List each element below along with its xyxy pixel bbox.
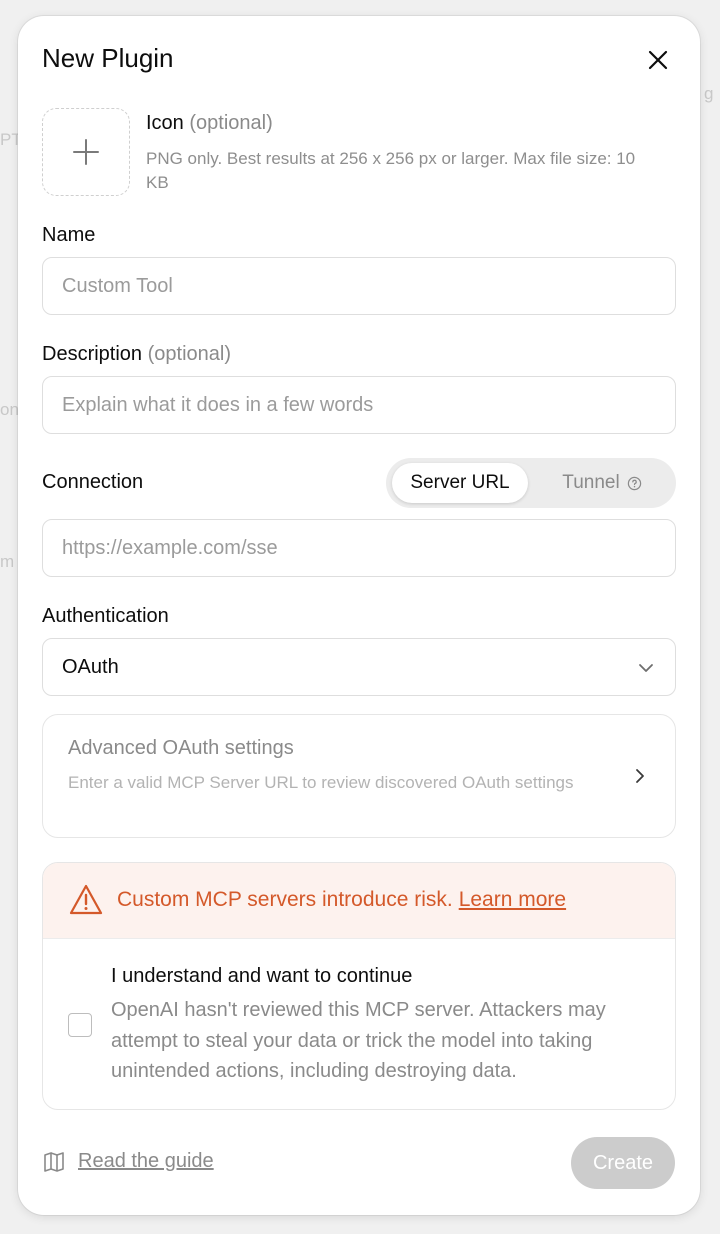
icon-help-text: PNG only. Best results at 256 x 256 px o…	[146, 149, 636, 192]
connection-type-toggle: Server URL Tunnel	[386, 458, 676, 508]
description-label: Description (optional)	[42, 343, 231, 366]
icon-upload-dropzone[interactable]	[42, 108, 130, 196]
create-button[interactable]: Create	[571, 1137, 675, 1189]
advanced-oauth-settings[interactable]: Advanced OAuth settings Enter a valid MC…	[42, 714, 676, 838]
icon-label: Icon (optional)	[146, 112, 273, 135]
risk-panel: Custom MCP servers introduce risk. Learn …	[42, 862, 676, 1110]
new-plugin-dialog: New Plugin Icon (optional) PNG only. Bes…	[18, 16, 700, 1215]
authentication-select[interactable]: OAuth	[42, 638, 676, 696]
help-circle-icon	[627, 476, 641, 490]
acknowledge-description: OpenAI hasn't reviewed this MCP server. …	[111, 999, 606, 1082]
chevron-right-icon	[636, 769, 644, 783]
background-fragment: g	[704, 84, 714, 103]
tab-server-url-label: Server URL	[410, 472, 510, 493]
authentication-value: OAuth	[62, 655, 119, 678]
learn-more-link[interactable]: Learn more	[459, 888, 566, 911]
advanced-oauth-subtitle: Enter a valid MCP Server URL to review d…	[68, 773, 574, 792]
dialog-title: New Plugin	[42, 43, 174, 73]
tab-tunnel[interactable]: Tunnel	[536, 463, 668, 503]
risk-warning-text: Custom MCP servers introduce risk.	[117, 888, 453, 911]
optional-tag: (optional)	[189, 112, 273, 134]
read-guide-link[interactable]: Read the guide	[42, 1150, 214, 1173]
background-fragment: on	[0, 400, 19, 419]
close-icon	[648, 50, 668, 70]
authentication-label: Authentication	[42, 605, 169, 627]
advanced-oauth-title: Advanced OAuth settings	[68, 737, 294, 759]
risk-warning: Custom MCP servers introduce risk. Learn …	[117, 888, 566, 912]
description-input[interactable]	[42, 376, 676, 434]
icon-label-text: Icon	[146, 112, 184, 134]
acknowledge-checkbox[interactable]	[68, 1013, 92, 1037]
plus-icon	[73, 139, 99, 165]
tab-server-url[interactable]: Server URL	[392, 463, 528, 503]
optional-tag: (optional)	[147, 343, 231, 365]
server-url-input[interactable]	[42, 519, 676, 577]
acknowledge-title: I understand and want to continue	[111, 965, 413, 987]
background-fragment: m	[0, 552, 15, 571]
close-button[interactable]	[644, 46, 672, 74]
risk-warning-banner: Custom MCP servers introduce risk. Learn …	[43, 863, 675, 939]
read-guide-label: Read the guide	[78, 1150, 214, 1172]
tab-tunnel-label: Tunnel	[562, 472, 620, 493]
book-icon	[44, 1151, 64, 1172]
connection-label: Connection	[42, 471, 144, 493]
description-label-text: Description	[42, 343, 143, 365]
name-label: Name	[42, 224, 96, 246]
chevron-down-icon	[639, 664, 653, 672]
warning-triangle-icon	[69, 884, 103, 915]
name-input[interactable]	[42, 257, 676, 315]
